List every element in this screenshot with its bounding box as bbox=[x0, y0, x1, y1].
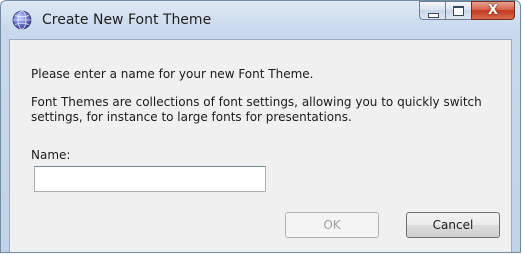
caption-buttons: X bbox=[419, 1, 515, 23]
cancel-button[interactable]: Cancel bbox=[406, 212, 500, 238]
minimize-icon bbox=[428, 13, 439, 18]
ok-button[interactable]: OK bbox=[285, 212, 379, 238]
prompt-text: Please enter a name for your new Font Th… bbox=[31, 67, 314, 81]
name-input[interactable] bbox=[34, 166, 266, 192]
close-icon: X bbox=[487, 3, 499, 18]
globe-icon bbox=[12, 10, 32, 30]
minimize-button[interactable] bbox=[419, 1, 445, 20]
maximize-button[interactable] bbox=[445, 1, 471, 20]
close-button[interactable]: X bbox=[471, 1, 515, 20]
maximize-icon bbox=[453, 6, 464, 16]
name-label: Name: bbox=[31, 148, 71, 162]
window-title: Create New Font Theme bbox=[42, 12, 212, 28]
dialog-window: Create New Font Theme X Please enter a n… bbox=[0, 0, 521, 253]
dialog-body: Please enter a name for your new Font Th… bbox=[9, 39, 512, 252]
title-bar[interactable]: Create New Font Theme X bbox=[1, 1, 520, 39]
description-text: Font Themes are collections of font sett… bbox=[31, 95, 482, 124]
